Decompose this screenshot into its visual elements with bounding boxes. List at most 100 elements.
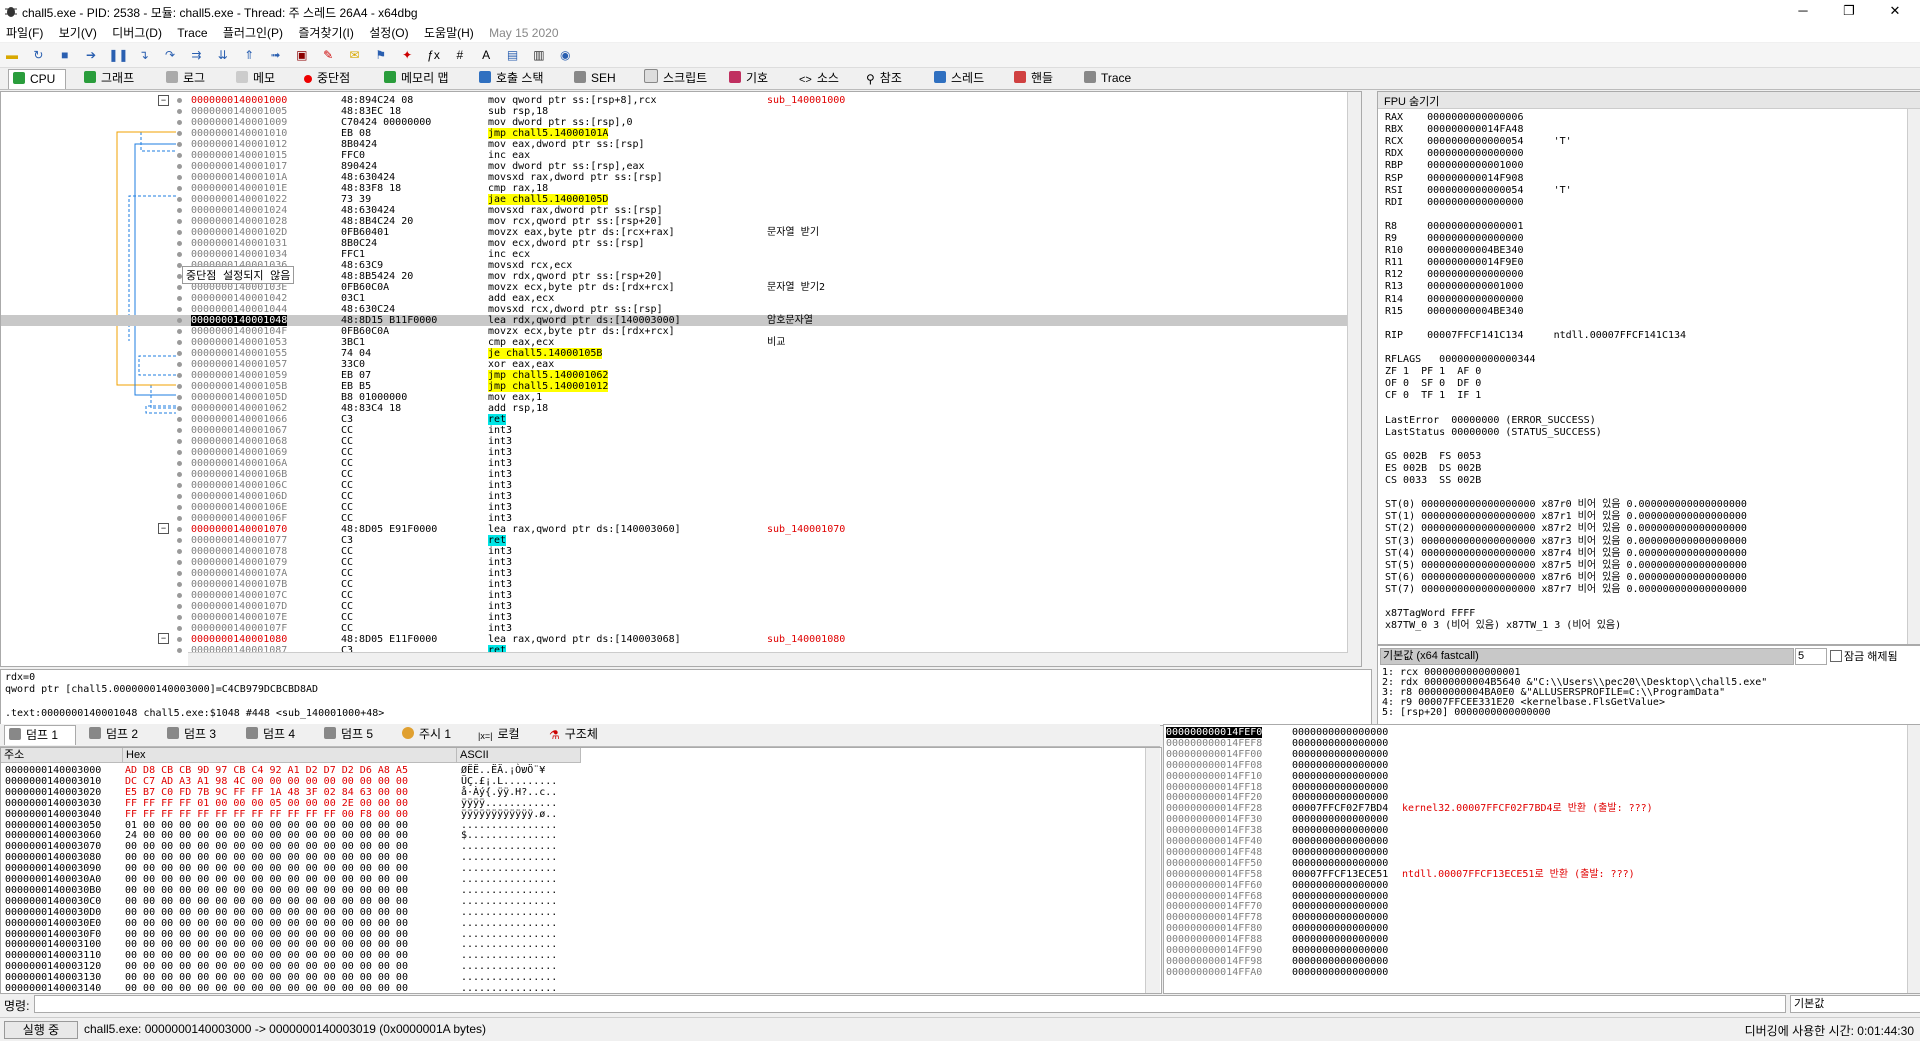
breakpoint-dot[interactable] bbox=[177, 329, 182, 334]
disasm-row[interactable]: 0000000140001057 33C0 xor eax,eax bbox=[1, 359, 1361, 370]
stack-row[interactable]: 000000000014FF90 0000000000000000 bbox=[1166, 945, 1388, 956]
register-line[interactable]: R13 0000000000001000 bbox=[1385, 281, 1523, 293]
tab-dump-5[interactable]: 덤프 5 bbox=[320, 725, 390, 744]
registers-scrollbar[interactable] bbox=[1907, 109, 1920, 644]
dump-row[interactable]: 0000000140003070 00 00 00 00 00 00 00 00 … bbox=[5, 841, 557, 852]
notes-icon[interactable]: ▥ bbox=[530, 46, 548, 64]
breakpoint-dot[interactable] bbox=[177, 593, 182, 598]
stack-row[interactable]: 000000000014FF48 0000000000000000 bbox=[1166, 847, 1388, 858]
register-line[interactable]: LastError 00000000 (ERROR_SUCCESS) bbox=[1385, 415, 1596, 427]
stack-row[interactable]: 000000000014FF28 00007FFCF02F7BD4 kernel32… bbox=[1166, 803, 1653, 814]
patch-icon[interactable]: ✎ bbox=[319, 46, 337, 64]
stack-row[interactable]: 000000000014FF08 0000000000000000 bbox=[1166, 760, 1388, 771]
column-header-address[interactable]: 주소 bbox=[1, 748, 123, 763]
dump-row[interactable]: 0000000140003020 E5 B7 C0 FD 7B 9C FF FF … bbox=[5, 787, 557, 798]
disasm-row[interactable]: 0000000140001068 CC int3 bbox=[1, 436, 1361, 447]
execute-till-return-icon[interactable]: ⇑ bbox=[240, 46, 258, 64]
dump-row[interactable]: 0000000140003030 FF FF FF FF 01 00 00 00 … bbox=[5, 798, 557, 809]
stack-row[interactable]: 000000000014FFA0 0000000000000000 bbox=[1166, 967, 1388, 978]
disasm-row[interactable]: 000000014000106D CC int3 bbox=[1, 491, 1361, 502]
register-line[interactable]: x87TW_0 3 (비어 있음) x87TW_1 3 (비어 있음) bbox=[1385, 620, 1621, 632]
breakpoint-dot[interactable] bbox=[177, 626, 182, 631]
breakpoint-dot[interactable] bbox=[177, 527, 182, 532]
argument-count-spinner[interactable]: 5 bbox=[1795, 648, 1827, 665]
disasm-row[interactable]: 0000000140001078 CC int3 bbox=[1, 546, 1361, 557]
register-line[interactable]: ST(5) 0000000000000000000 x87r5 비어 있음 0.… bbox=[1385, 560, 1747, 572]
breakpoint-dot[interactable] bbox=[177, 230, 182, 235]
breakpoint-dot[interactable] bbox=[177, 538, 182, 543]
tab-notes[interactable]: 메모 bbox=[232, 69, 288, 88]
breakpoint-dot[interactable] bbox=[177, 307, 182, 312]
register-line[interactable]: R11 000000000014F9E0 bbox=[1385, 257, 1523, 269]
run-to-user-code-icon[interactable]: ➟ bbox=[266, 46, 284, 64]
function-icon[interactable]: ƒx bbox=[425, 46, 443, 64]
register-line[interactable]: ST(0) 0000000000000000000 x87r0 비어 있음 0.… bbox=[1385, 499, 1747, 511]
disasm-row[interactable]: 000000014000104F 0FB60C0A movzx ecx,byte p… bbox=[1, 326, 1361, 337]
breakpoint-dot[interactable] bbox=[177, 175, 182, 180]
tab-locals[interactable]: |x=| 로컬 bbox=[474, 725, 538, 744]
disasm-row[interactable]: 0000000140001017 890424 mov dword ptr ss:[… bbox=[1, 161, 1361, 172]
disasm-row[interactable]: 000000014000107C CC int3 bbox=[1, 590, 1361, 601]
register-line[interactable]: R14 0000000000000000 bbox=[1385, 294, 1523, 306]
disasm-row[interactable]: 000000014000106F CC int3 bbox=[1, 513, 1361, 524]
breakpoint-dot[interactable] bbox=[177, 98, 182, 103]
trace-into-icon[interactable]: ⇉ bbox=[187, 46, 205, 64]
register-line[interactable]: RDX 0000000000000000 bbox=[1385, 148, 1523, 160]
dump-scrollbar[interactable] bbox=[1145, 748, 1160, 993]
minimize-button[interactable]: ─ bbox=[1780, 0, 1826, 22]
breakpoint-dot[interactable] bbox=[177, 450, 182, 455]
disasm-row[interactable]: 0000000140001005 48:83EC 18 sub rsp,18 bbox=[1, 106, 1361, 117]
register-line[interactable]: RSI 0000000000000054 'T' bbox=[1385, 185, 1572, 197]
register-line[interactable]: ST(3) 0000000000000000000 x87r3 비어 있음 0.… bbox=[1385, 536, 1747, 548]
register-line[interactable]: RCX 0000000000000054 'T' bbox=[1385, 136, 1572, 148]
disasm-row[interactable]: 000000014000101E 48:83F8 18 cmp rax,18 bbox=[1, 183, 1361, 194]
trace-over-icon[interactable]: ⇊ bbox=[214, 46, 232, 64]
tab-struct[interactable]: ⚗ 구조체 bbox=[545, 725, 615, 744]
register-line[interactable]: OF 0 SF 0 DF 0 bbox=[1385, 378, 1481, 390]
breakpoint-dot[interactable] bbox=[177, 340, 182, 345]
disasm-row[interactable]: 0000000140001077 C3 ret bbox=[1, 535, 1361, 546]
breakpoint-dot[interactable] bbox=[177, 439, 182, 444]
disasm-row[interactable]: 000000014000107A CC int3 bbox=[1, 568, 1361, 579]
dump-row[interactable]: 0000000140003130 00 00 00 00 00 00 00 00 … bbox=[5, 972, 557, 983]
disasm-row[interactable]: 0000000140001010 EB 08 jmp chall5.14000101… bbox=[1, 128, 1361, 139]
breakpoint-dot[interactable] bbox=[177, 164, 182, 169]
tab-cpu[interactable]: CPU bbox=[8, 69, 66, 89]
breakpoint-dot[interactable] bbox=[177, 483, 182, 488]
disasm-row[interactable]: 000000014000106B CC int3 bbox=[1, 469, 1361, 480]
disasm-row[interactable]: 000000014000107E CC int3 bbox=[1, 612, 1361, 623]
register-line[interactable]: ZF 1 PF 1 AF 0 bbox=[1385, 366, 1481, 378]
register-line[interactable]: GS 002B FS 0053 bbox=[1385, 451, 1481, 463]
breakpoint-dot[interactable] bbox=[177, 604, 182, 609]
breakpoint-dot[interactable] bbox=[177, 637, 182, 642]
stack-row[interactable]: 000000000014FF30 0000000000000000 bbox=[1166, 814, 1388, 825]
command-input[interactable] bbox=[34, 995, 1786, 1013]
stack-row[interactable]: 000000000014FF60 0000000000000000 bbox=[1166, 880, 1388, 891]
menu-view[interactable]: 보기(V) bbox=[53, 22, 103, 43]
register-line[interactable]: RBX 000000000014FA48 bbox=[1385, 124, 1523, 136]
tab-seh[interactable]: SEH bbox=[570, 69, 626, 88]
disasm-row[interactable]: 0000000140001070 48:8D05 E91F0000 lea rax,… bbox=[1, 524, 1361, 535]
breakpoint-dot[interactable] bbox=[177, 494, 182, 499]
dump-row[interactable]: 0000000140003080 00 00 00 00 00 00 00 00 … bbox=[5, 852, 557, 863]
dump-view[interactable]: 주소 Hex ASCII 0000000140003000 AD D8 CB CB… bbox=[0, 747, 1162, 994]
breakpoint-dot[interactable] bbox=[177, 406, 182, 411]
tab-symbols[interactable]: 기호 bbox=[725, 69, 781, 88]
tab-dump-1[interactable]: 덤프 1 bbox=[4, 725, 76, 745]
disasm-row[interactable]: 0000000140001034 FFC1 inc ecx bbox=[1, 249, 1361, 260]
register-line[interactable]: RBP 0000000000001000 bbox=[1385, 160, 1523, 172]
font-icon[interactable]: A bbox=[477, 46, 495, 64]
breakpoint-dot[interactable] bbox=[177, 219, 182, 224]
menu-plugins[interactable]: 플러그인(P) bbox=[217, 22, 289, 43]
menu-file[interactable]: 파일(F) bbox=[0, 22, 49, 43]
breakpoint-dot[interactable] bbox=[177, 241, 182, 246]
tab-dump-4[interactable]: 덤프 4 bbox=[242, 725, 312, 744]
disasm-row[interactable]: 000000014000102D 0FB60401 movzx eax,byte p… bbox=[1, 227, 1361, 238]
disasm-row[interactable]: 000000014000107B CC int3 bbox=[1, 579, 1361, 590]
disasm-row[interactable]: 000000014000106C CC int3 bbox=[1, 480, 1361, 491]
disasm-row[interactable]: 0000000140001044 48:630C24 movsxd rcx,dwor… bbox=[1, 304, 1361, 315]
register-line[interactable]: ST(4) 0000000000000000000 x87r4 비어 있음 0.… bbox=[1385, 548, 1747, 560]
dump-row[interactable]: 00000001400030D0 00 00 00 00 00 00 00 00 … bbox=[5, 907, 557, 918]
register-line[interactable]: R8 0000000000000001 bbox=[1385, 221, 1523, 233]
register-line[interactable]: CF 0 TF 1 IF 1 bbox=[1385, 390, 1481, 402]
